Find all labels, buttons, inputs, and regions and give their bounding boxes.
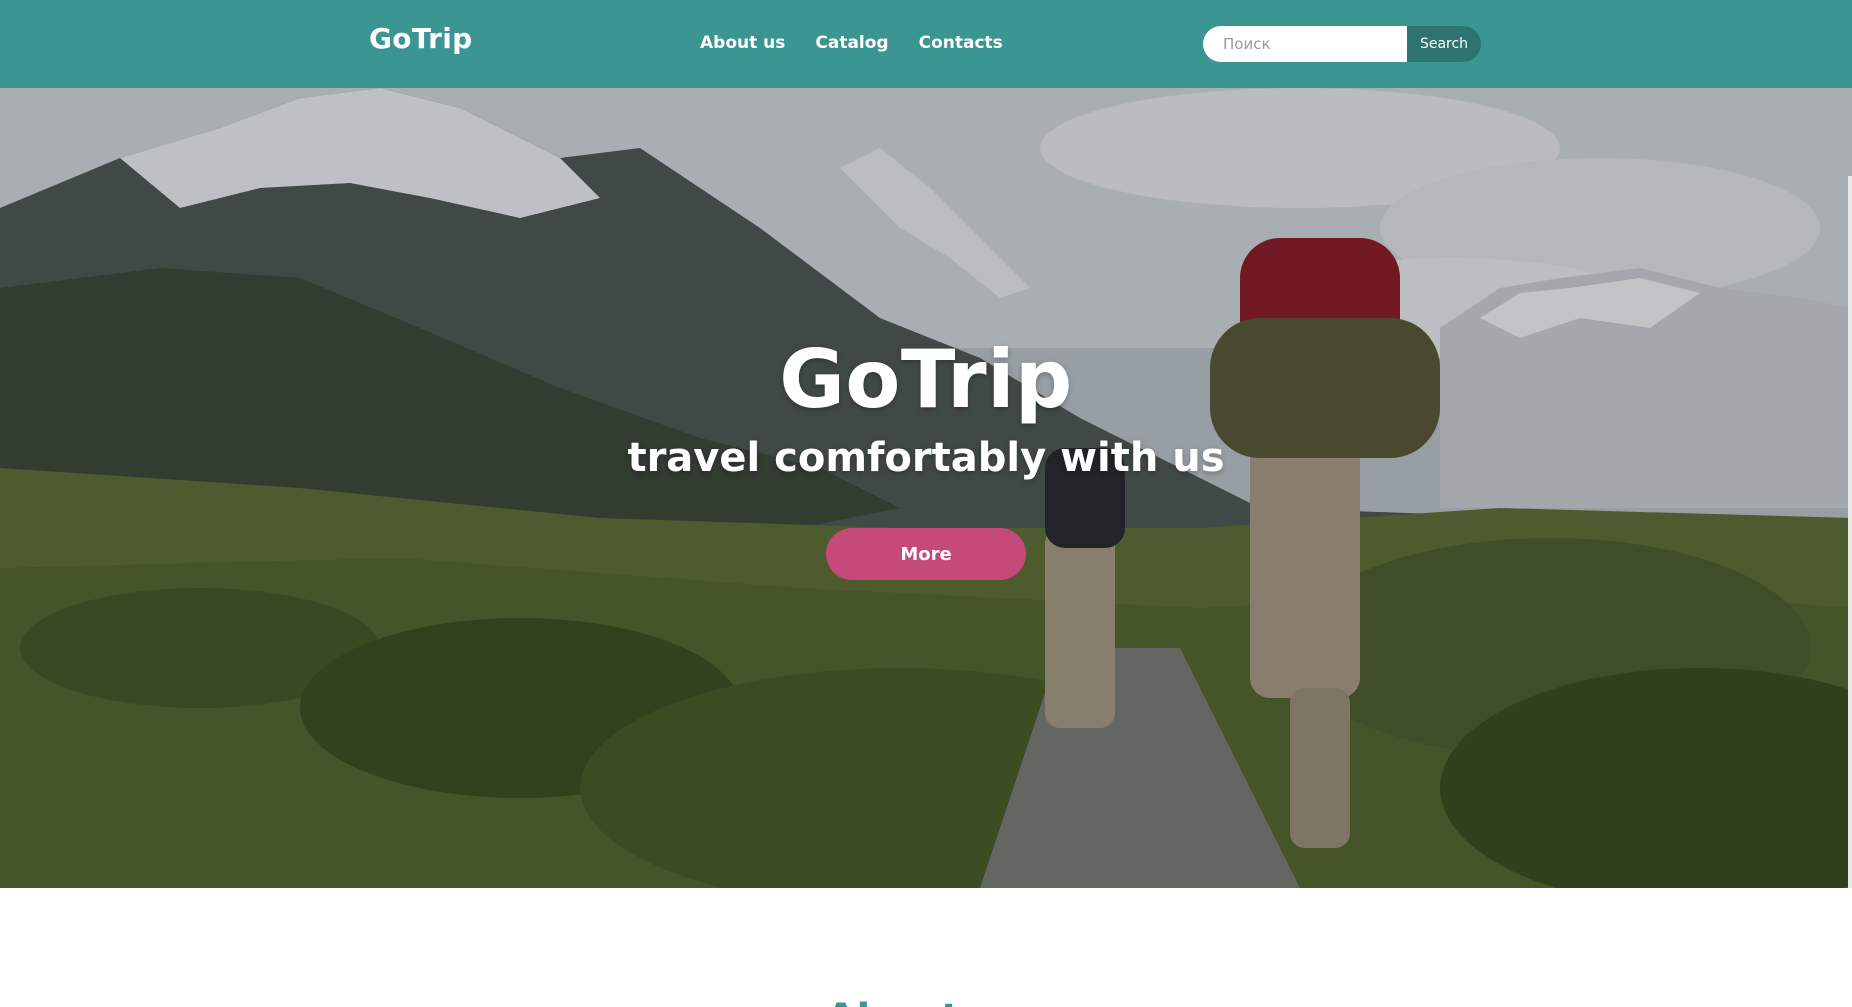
- nav-link-contacts[interactable]: Contacts: [919, 33, 1003, 53]
- page: GoTrip About us Catalog Contacts Search: [0, 0, 1852, 1007]
- logo[interactable]: GoTrip: [369, 22, 473, 55]
- nav-link-about[interactable]: About us: [700, 33, 785, 53]
- more-button[interactable]: More: [826, 528, 1026, 580]
- hero-title: GoTrip: [779, 333, 1073, 426]
- search-form: Search: [1203, 26, 1481, 62]
- hero-subtitle: travel comfortably with us: [627, 435, 1225, 481]
- about-section-title: About us: [0, 996, 1852, 1007]
- hero-content: GoTrip travel comfortably with us More: [0, 88, 1852, 888]
- site-header: GoTrip About us Catalog Contacts Search: [0, 0, 1852, 88]
- scrollbar[interactable]: [1848, 176, 1852, 888]
- main-nav: About us Catalog Contacts: [700, 33, 1003, 53]
- search-button[interactable]: Search: [1407, 26, 1481, 62]
- search-input[interactable]: [1203, 26, 1407, 62]
- hero-section: GoTrip travel comfortably with us More: [0, 88, 1852, 888]
- nav-link-catalog[interactable]: Catalog: [815, 33, 888, 53]
